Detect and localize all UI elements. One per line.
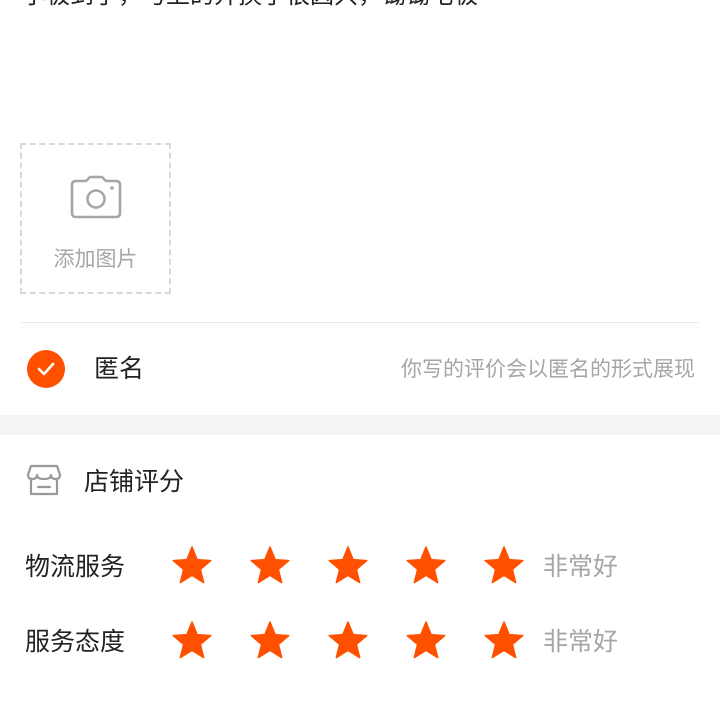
star-icon[interactable]: [482, 619, 526, 663]
add-photo-button[interactable]: 添加图片: [20, 143, 171, 294]
shop-rating-title: 店铺评分: [84, 467, 185, 496]
anonymous-row: 匿名 你写的评价会以匿名的形式展现: [0, 323, 720, 415]
star-icon[interactable]: [170, 619, 214, 663]
star-icon[interactable]: [170, 544, 214, 588]
review-text[interactable]: 小极到了，与上的弁换了很因只，锄锄宅极: [22, 0, 702, 12]
rating-label: 物流服务: [25, 552, 126, 581]
rating-row-logistics: 物流服务 非常好: [0, 537, 720, 597]
check-icon: [37, 362, 55, 376]
star-icon[interactable]: [404, 619, 448, 663]
star-icon[interactable]: [326, 544, 370, 588]
star-icon[interactable]: [482, 544, 526, 588]
review-page: 小极到了，与上的弁换了很因只，锄锄宅极 添加图片 匿名 你写的评价会以匿名的形式…: [0, 0, 720, 720]
rating-row-service: 服务态度 非常好: [0, 612, 720, 672]
camera-icon: [70, 175, 121, 219]
rating-text: 非常好: [543, 552, 619, 581]
rating-label: 服务态度: [25, 627, 126, 656]
star-icon[interactable]: [248, 619, 292, 663]
anonymous-checkbox[interactable]: [27, 350, 65, 388]
star-icon[interactable]: [404, 544, 448, 588]
rating-text: 非常好: [543, 627, 619, 656]
shop-rating-header: 店铺评分: [0, 435, 720, 530]
add-photo-label: 添加图片: [53, 247, 138, 271]
anonymous-hint: 你写的评价会以匿名的形式展现: [401, 357, 695, 381]
section-separator: [0, 415, 720, 435]
store-icon: [26, 464, 62, 496]
star-icon[interactable]: [326, 619, 370, 663]
star-icon[interactable]: [248, 544, 292, 588]
anonymous-label: 匿名: [94, 354, 145, 383]
